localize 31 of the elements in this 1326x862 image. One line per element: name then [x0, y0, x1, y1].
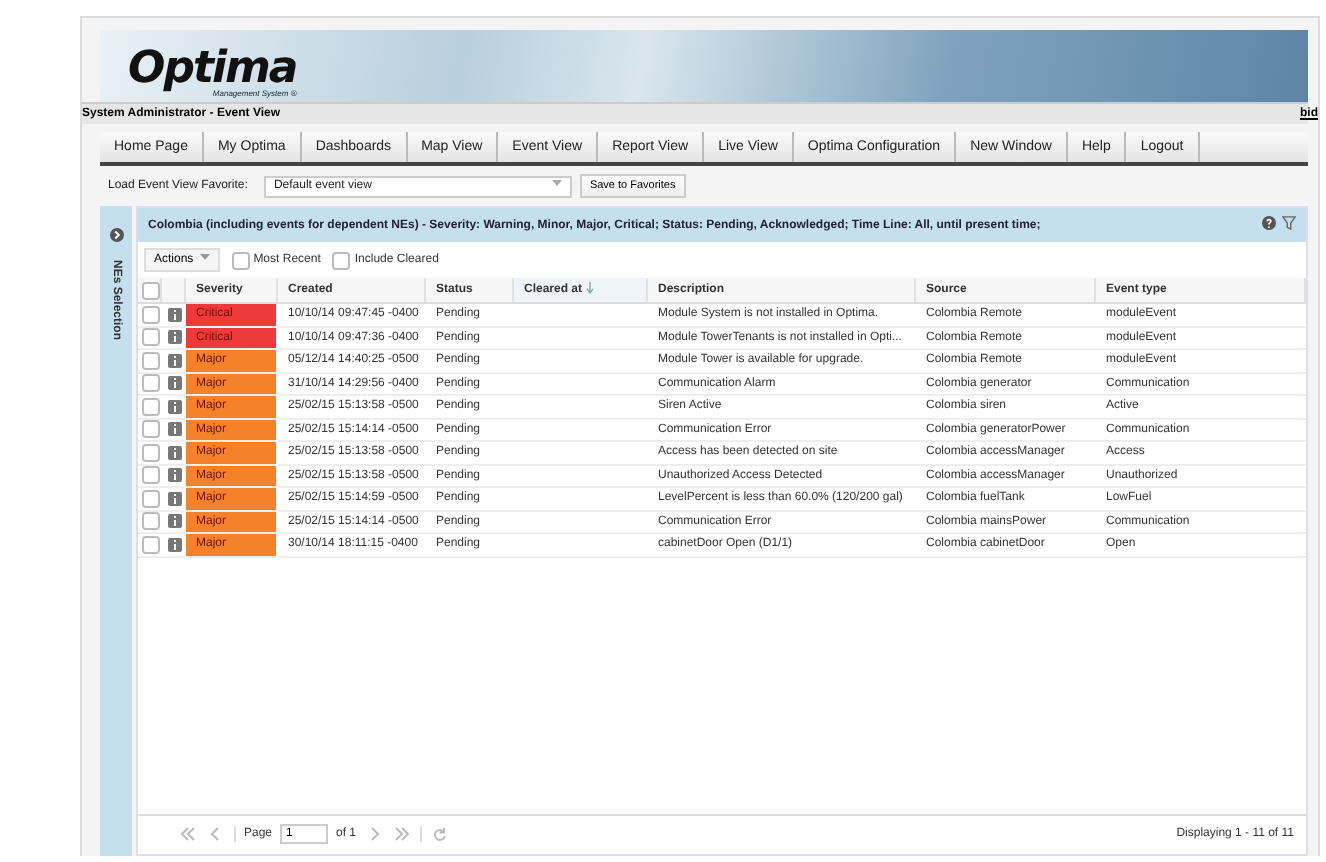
- refresh-button[interactable]: [430, 825, 451, 843]
- checkbox[interactable]: [142, 281, 160, 299]
- info-icon[interactable]: [167, 514, 181, 529]
- checkbox[interactable]: [142, 351, 160, 370]
- last-page-button[interactable]: [392, 825, 413, 843]
- info-icon[interactable]: [167, 422, 181, 437]
- checkbox[interactable]: [142, 420, 160, 439]
- checkbox[interactable]: [142, 489, 160, 508]
- info-icon[interactable]: [167, 353, 181, 368]
- help-icon[interactable]: [1262, 216, 1276, 234]
- checkbox[interactable]: [142, 397, 160, 416]
- info-icon[interactable]: [167, 330, 181, 345]
- checkbox[interactable]: [142, 374, 160, 393]
- info-icon[interactable]: [167, 376, 181, 391]
- filter-icon[interactable]: [1282, 216, 1296, 234]
- info-icon[interactable]: [167, 537, 181, 552]
- info-icon[interactable]: [167, 468, 181, 483]
- checkbox[interactable]: [142, 305, 160, 324]
- info-icon[interactable]: [167, 307, 181, 322]
- info-icon[interactable]: [167, 491, 181, 506]
- checkbox[interactable]: [142, 328, 160, 347]
- checkbox[interactable]: [332, 251, 351, 269]
- checkbox[interactable]: [142, 466, 160, 485]
- checkbox[interactable]: [142, 443, 160, 462]
- sort-icon: [586, 282, 595, 298]
- first-page-button[interactable]: [178, 825, 198, 843]
- checkbox[interactable]: [231, 251, 250, 269]
- info-icon[interactable]: [167, 445, 181, 460]
- checkbox[interactable]: [142, 512, 160, 531]
- checkbox[interactable]: [142, 535, 160, 554]
- info-icon[interactable]: [167, 399, 181, 414]
